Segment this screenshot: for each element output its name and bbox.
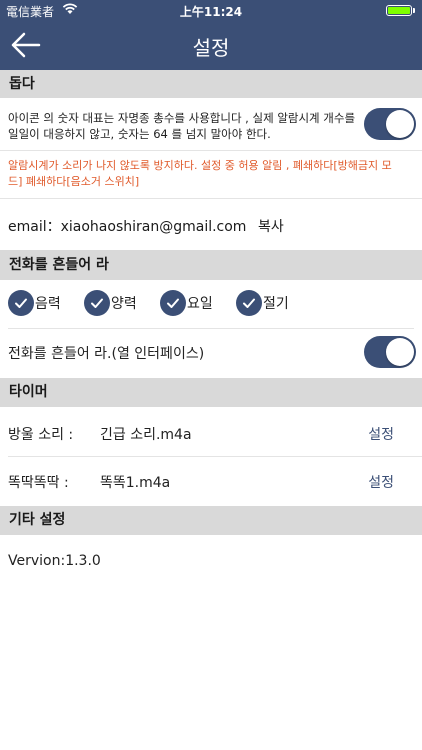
tick-sound-set-button[interactable]: 설정 [368, 472, 394, 492]
checkbox-label: 양력 [111, 296, 137, 312]
status-bar: 電信業者 上午11:24 [0, 0, 422, 20]
checkbox-solar-term[interactable]: 절기 [236, 290, 289, 316]
checkbox-solar[interactable]: 양력 [84, 290, 137, 316]
open-interface-label: 전화를 흔들어 라.(열 인터페이스) [8, 346, 205, 362]
page-title: 설정 [192, 36, 230, 60]
timer-value-bell: 긴급 소리.m4a [100, 427, 192, 443]
checkbox-label: 절기 [263, 296, 289, 312]
alarm-warning: 알람시계가 소리가 나지 않도록 방지하다. 설정 중 허용 알림 , 폐쇄하다… [8, 158, 418, 190]
checkbox-lunar[interactable]: 음력 [8, 290, 61, 316]
timer-label-bell: 방울 소리 : [8, 427, 74, 443]
divider [0, 198, 422, 199]
badge-description-line: 아이콘 의 숫자 대표는 자명종 총수를 사용합니다 , 실제 알람시계 개수를 [8, 111, 356, 125]
badge-description-line: 일일이 대응하지 않고, 숫자는 64 를 넘지 말아야 한다. [8, 127, 271, 141]
battery-icon [386, 5, 415, 16]
section-header-help: 돕다 [0, 70, 422, 98]
divider [8, 328, 414, 329]
timer-label-tick: 똑딱똑딱 : [8, 475, 69, 491]
checkmark-icon [84, 290, 110, 316]
divider [8, 456, 422, 457]
navigation-bar: 설정 [0, 20, 422, 70]
alarm-warning-line: 드] 폐쇄하다[음소거 스위치] [8, 175, 140, 188]
checkmark-icon [8, 290, 34, 316]
checkbox-weekday[interactable]: 요일 [160, 290, 213, 316]
contact-email[interactable]: email：xiaohaoshiran@gmail.com [8, 216, 246, 236]
badge-count-toggle[interactable] [364, 108, 416, 140]
timer-value-tick: 똑똑1.m4a [100, 475, 171, 491]
badge-description: 아이콘 의 숫자 대표는 자명종 총수를 사용합니다 , 실제 알람시계 개수를… [8, 110, 355, 142]
checkbox-label: 요일 [187, 296, 213, 312]
divider [0, 150, 422, 151]
clock: 上午11:24 [179, 5, 243, 19]
checkbox-label: 음력 [35, 296, 61, 312]
copy-email-button[interactable]: 복사 [258, 216, 284, 236]
version-label: Vervion:1.3.0 [8, 553, 101, 569]
open-interface-toggle[interactable] [364, 336, 416, 368]
checkmark-icon [236, 290, 262, 316]
bell-sound-set-button[interactable]: 설정 [368, 424, 394, 444]
section-header-shake: 전화를 흔들어 라 [0, 250, 422, 280]
alarm-warning-line: 알람시계가 소리가 나지 않도록 방지하다. 설정 중 허용 알림 , 폐쇄하다… [8, 159, 392, 172]
checkmark-icon [160, 290, 186, 316]
section-header-other: 기타 설정 [0, 506, 422, 535]
section-header-timer: 타이머 [0, 378, 422, 407]
